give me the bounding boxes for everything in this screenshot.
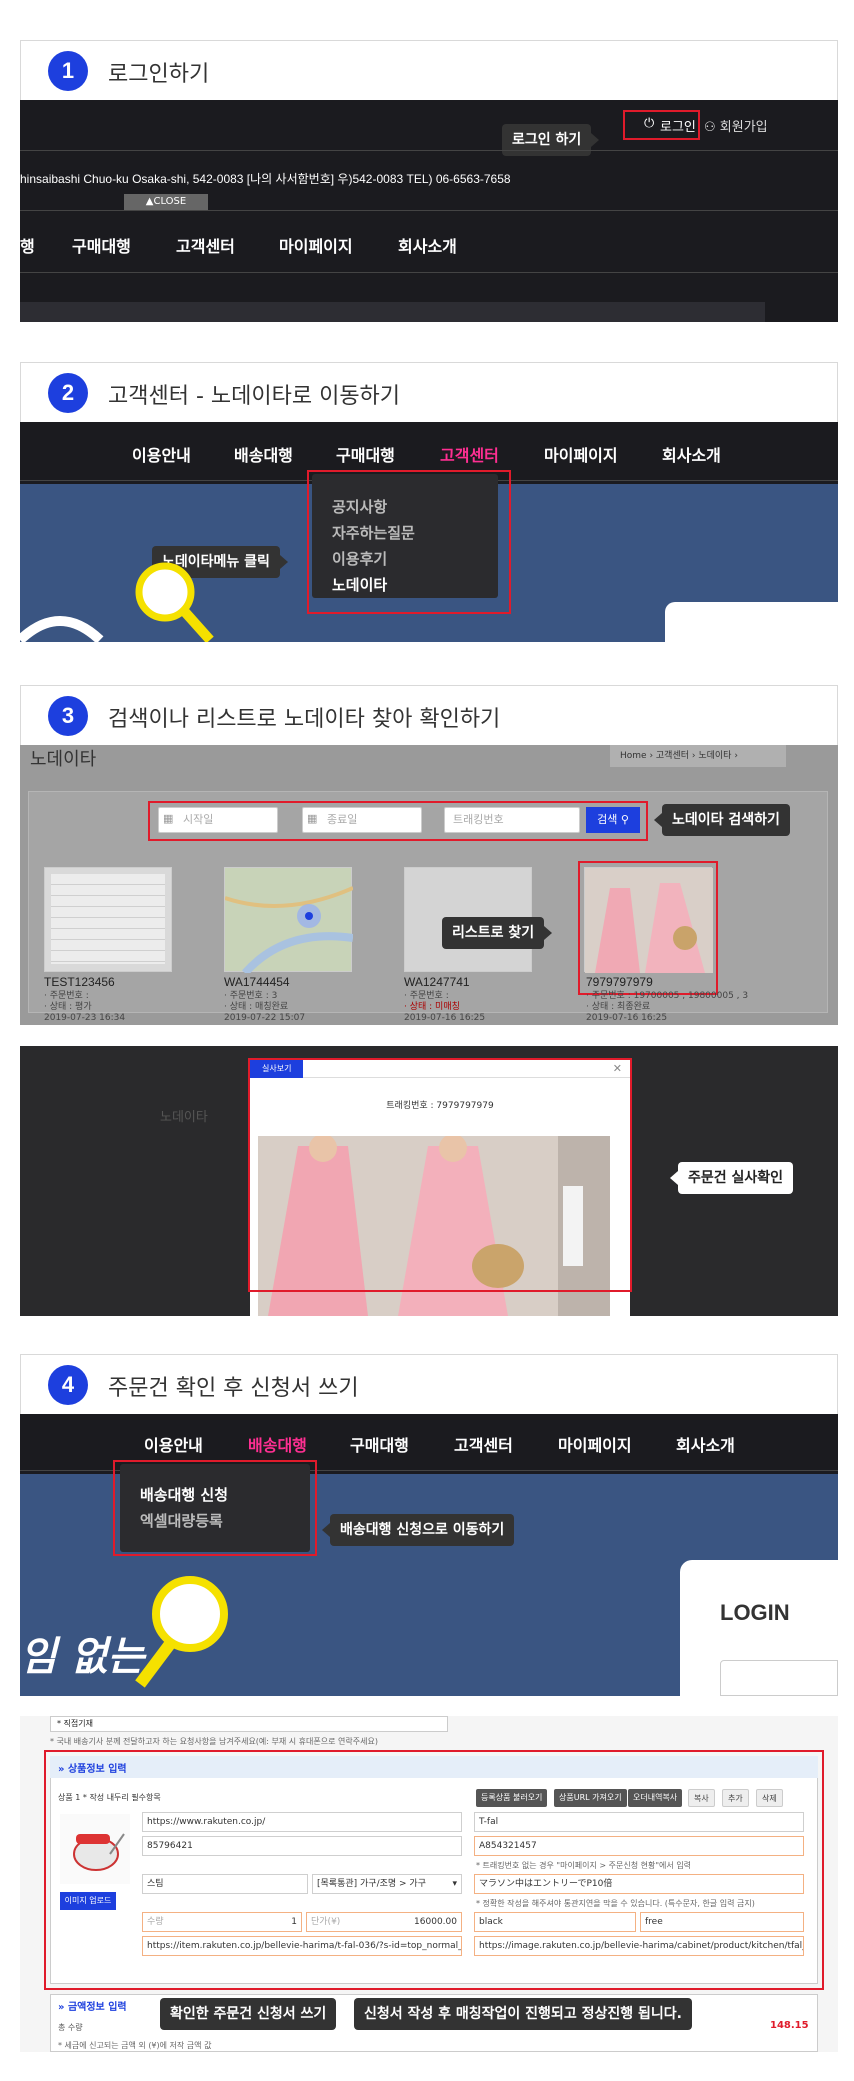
step4-form-screenshot: * 직접기재 * 국내 배송기사 분께 전달하고자 하는 요청사항을 남겨주세요… (20, 1716, 838, 2052)
address-line: hinsaibashi Chuo-ku Osaka-shi, 542-0083 … (20, 172, 511, 186)
tip-search: 노데이타 검색하기 (654, 804, 790, 836)
card-tracking-id: TEST123456 (44, 975, 115, 989)
divider (20, 210, 838, 211)
login-box-partial (665, 602, 838, 642)
card-meta: · 주문번호 : 19700005 , 19800005 , 3 · 상태 : 최… (586, 991, 749, 1023)
divider (20, 150, 838, 151)
document-thumbnail (51, 874, 165, 964)
tip-login: 로그인 하기 (502, 124, 600, 156)
step1-number: 1 (48, 51, 88, 91)
card-meta: · 주문번호 : · 상태 : 미매칭 2019-07-16 16:25 (404, 991, 486, 1023)
background-title: 노데이타 (160, 1110, 208, 1125)
price-note: * 세금에 신고되는 금액 외 (¥)에 저작 금액 값 (58, 2041, 212, 2050)
step2-header: 2 고객센터 - 노데이타로 이동하기 (20, 362, 838, 422)
page-title: 노데이타 (30, 749, 97, 770)
nav-item-guide[interactable]: 이용안내 (144, 1432, 203, 1456)
step1-title: 로그인하기 (108, 62, 210, 87)
login-box: LOGIN (680, 1560, 838, 1696)
nav-item-company[interactable]: 회사소개 (662, 442, 721, 466)
signup-link[interactable]: ⚇ 회원가입 (704, 116, 768, 135)
magnifier-icon (20, 562, 214, 642)
breadcrumb: Home › 고객센터 › 노데이타 › (610, 745, 786, 767)
nav-item-purchase[interactable]: 구매대행 (336, 442, 395, 466)
nav-item-support[interactable]: 고객센터 (176, 233, 235, 257)
login-highlight (623, 110, 700, 140)
nav-item-mypage[interactable]: 마이페이지 (544, 442, 618, 466)
user-plus-icon: ⚇ (704, 120, 720, 135)
step2-number: 2 (48, 373, 88, 413)
step4-title: 주문건 확인 후 신청서 쓰기 (108, 1376, 359, 1401)
step3-title: 검색이나 리스트로 노데이타 찾아 확인하기 (108, 707, 501, 732)
step3-number: 3 (48, 696, 88, 736)
nav-item-company[interactable]: 회사소개 (398, 233, 457, 257)
step4-nav-screenshot: 이용안내 배송대행 구매대행 고객센터 마이페이지 회사소개 배송대행 신청 엑… (20, 1414, 838, 1696)
map-thumbnail (224, 886, 354, 976)
search-highlight (148, 801, 648, 841)
nav-item-support[interactable]: 고객센터 (454, 1432, 513, 1456)
nav-item-shipping[interactable]: 배송대행 (248, 1432, 307, 1456)
nav-item-purchase[interactable]: 구매대행 (72, 233, 131, 257)
card-meta: · 주문번호 : · 상태 : 평가 2019-07-23 16:34 (44, 991, 126, 1023)
banner-strip (20, 302, 765, 322)
total-value: 148.15 (770, 2020, 809, 2031)
form-highlight (44, 1750, 824, 1990)
step1-header: 1 로그인하기 (20, 40, 838, 100)
nav-item-guide[interactable]: 이용안내 (132, 442, 191, 466)
tip-write-form: 확인한 주문건 신청서 쓰기 (160, 1998, 337, 2030)
signup-label: 회원가입 (719, 120, 768, 135)
banner-text: 임 없는 (20, 1634, 145, 1680)
delivery-select[interactable]: * 직접기재 (50, 1716, 448, 1732)
tip-shipping-apply: 배송대행 신청으로 이동하기 (321, 1514, 515, 1546)
nav-item-mypage[interactable]: 마이페이지 (279, 233, 353, 257)
step2-screenshot: 이용안내 배송대행 구매대행 고객센터 마이페이지 회사소개 공지사항 자주하는… (20, 422, 838, 642)
card-tracking-id: 7979797979 (586, 975, 653, 989)
step1-screenshot: ⏻ 로그인 ⚇ 회원가입 로그인 하기 hinsaibashi Chuo-ku … (20, 100, 838, 322)
step2-title: 고객센터 - 노데이타로 이동하기 (108, 384, 401, 409)
dropdown-highlight (113, 1460, 317, 1556)
nav-item-purchase[interactable]: 구매대행 (350, 1432, 409, 1456)
nav-item-support[interactable]: 고객센터 (440, 442, 499, 466)
card-tracking-id: WA1247741 (404, 975, 470, 989)
tip-photo: 주문건 실사확인 (669, 1162, 794, 1194)
nav-item-mypage[interactable]: 마이페이지 (558, 1432, 632, 1456)
step4-header: 4 주문건 확인 후 신청서 쓰기 (20, 1354, 838, 1414)
divider (20, 272, 838, 273)
tip-list: 리스트로 찾기 (442, 917, 553, 949)
nav-item-shipping[interactable]: 배송대행 (234, 442, 293, 466)
card-meta: · 주문번호 : 3 · 상태 : 매칭완료 2019-07-22 15:07 (224, 991, 306, 1023)
tip-process: 신청서 작성 후 매칭작업이 진행되고 정상진행 됩니다. (354, 1998, 692, 2030)
step3-modal-screenshot: 노데이타 실사보기 ✕ 트래킹번호 : 7979797979 주문건 실사확인 (20, 1046, 838, 1316)
nav-item-partial[interactable]: 행 (20, 233, 35, 257)
login-id-input[interactable] (720, 1660, 838, 1696)
list-card-thumbnail[interactable] (224, 867, 354, 976)
total-label: 총 수량 (58, 2023, 83, 2032)
dropdown-highlight (307, 470, 511, 614)
step3-list-screenshot: 노데이타 Home › 고객센터 › 노데이타 › 시작일 ▦ 종료일 ▦ 트래… (20, 745, 838, 1025)
close-button[interactable]: ▲CLOSE (124, 194, 208, 210)
delivery-note: * 국내 배송기사 분께 전달하고자 하는 요청사항을 남겨주세요(예: 부재 … (50, 1737, 378, 1746)
step3-header: 3 검색이나 리스트로 노데이타 찾아 확인하기 (20, 685, 838, 745)
card-tracking-id: WA1744454 (224, 975, 290, 989)
section2-title: » 금액정보 입력 (58, 2002, 127, 2013)
nav-item-company[interactable]: 회사소개 (676, 1432, 735, 1456)
list-card-thumbnail[interactable] (44, 867, 172, 972)
modal-highlight (248, 1058, 632, 1292)
login-box-title: LOGIN (720, 1600, 790, 1625)
step4-number: 4 (48, 1365, 88, 1405)
